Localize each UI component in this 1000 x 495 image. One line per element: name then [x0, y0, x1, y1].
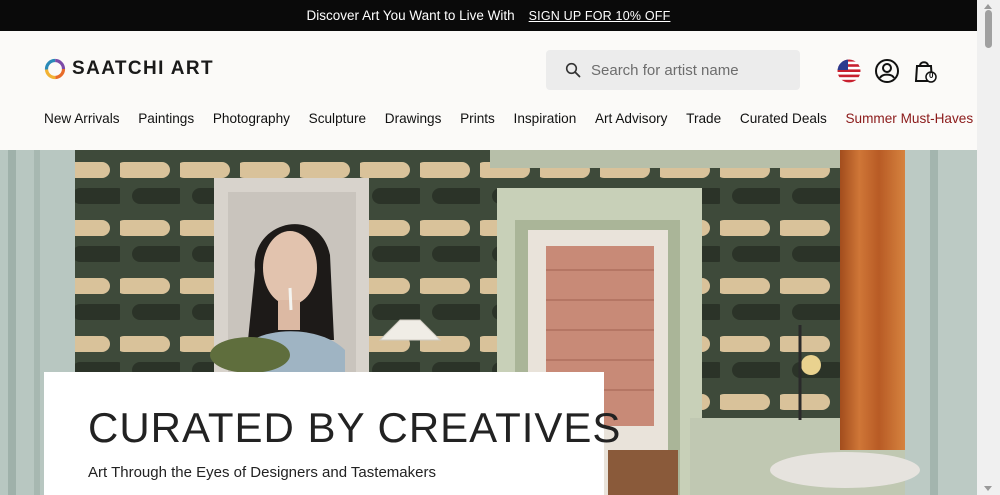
nav-item-new-arrivals[interactable]: New Arrivals: [44, 111, 120, 126]
account-icon[interactable]: [874, 58, 900, 84]
nav-item-sculpture[interactable]: Sculpture: [309, 111, 366, 126]
scroll-down-arrow-icon[interactable]: [984, 486, 992, 491]
nav-item-art-advisory[interactable]: Art Advisory: [595, 111, 668, 126]
signup-link[interactable]: SIGN UP FOR 10% OFF: [529, 9, 671, 23]
search-input[interactable]: [589, 60, 793, 80]
logo-ring-icon: [44, 58, 66, 80]
scroll-thumb[interactable]: [985, 10, 992, 48]
nav-item-inspiration[interactable]: Inspiration: [514, 111, 577, 126]
scrollbar[interactable]: [977, 0, 1000, 495]
search-icon: [565, 62, 581, 78]
page: Discover Art You Want to Live With SIGN …: [0, 0, 977, 495]
hero-card: CURATED BY CREATIVES Art Through the Eye…: [44, 372, 620, 495]
logo[interactable]: SAATCHI ART: [44, 58, 214, 80]
cart-count: 0: [929, 71, 934, 80]
nav-item-curated-deals[interactable]: Curated Deals: [740, 111, 827, 126]
hero-title: CURATED BY CREATIVES: [88, 404, 622, 451]
nav-item-prints[interactable]: Prints: [460, 111, 495, 126]
nav-item-trade[interactable]: Trade: [686, 111, 721, 126]
promo-bar: Discover Art You Want to Live With SIGN …: [0, 0, 977, 31]
logo-text: SAATCHI ART: [72, 58, 215, 79]
hero-banner[interactable]: CURATED BY CREATIVES Art Through the Eye…: [0, 150, 977, 495]
cart-icon[interactable]: 0: [912, 58, 938, 84]
promo-message: Discover Art You Want to Live With: [306, 8, 515, 23]
us-flag-icon[interactable]: [836, 58, 862, 84]
nav-item-photography[interactable]: Photography: [213, 111, 290, 126]
header-icons: 0: [836, 58, 938, 84]
nav-item-summer-must-haves[interactable]: Summer Must-Haves: [845, 111, 973, 126]
site-header: SAATCHI ART Search for artist name 0 New…: [0, 31, 977, 150]
main-nav: New Arrivals Paintings Photography Sculp…: [44, 111, 977, 126]
search-box[interactable]: [546, 50, 800, 90]
nav-item-drawings[interactable]: Drawings: [385, 111, 442, 126]
hero-subtitle: Art Through the Eyes of Designers and Ta…: [88, 464, 436, 481]
nav-item-paintings[interactable]: Paintings: [138, 111, 194, 126]
scroll-up-arrow-icon[interactable]: [984, 4, 992, 9]
